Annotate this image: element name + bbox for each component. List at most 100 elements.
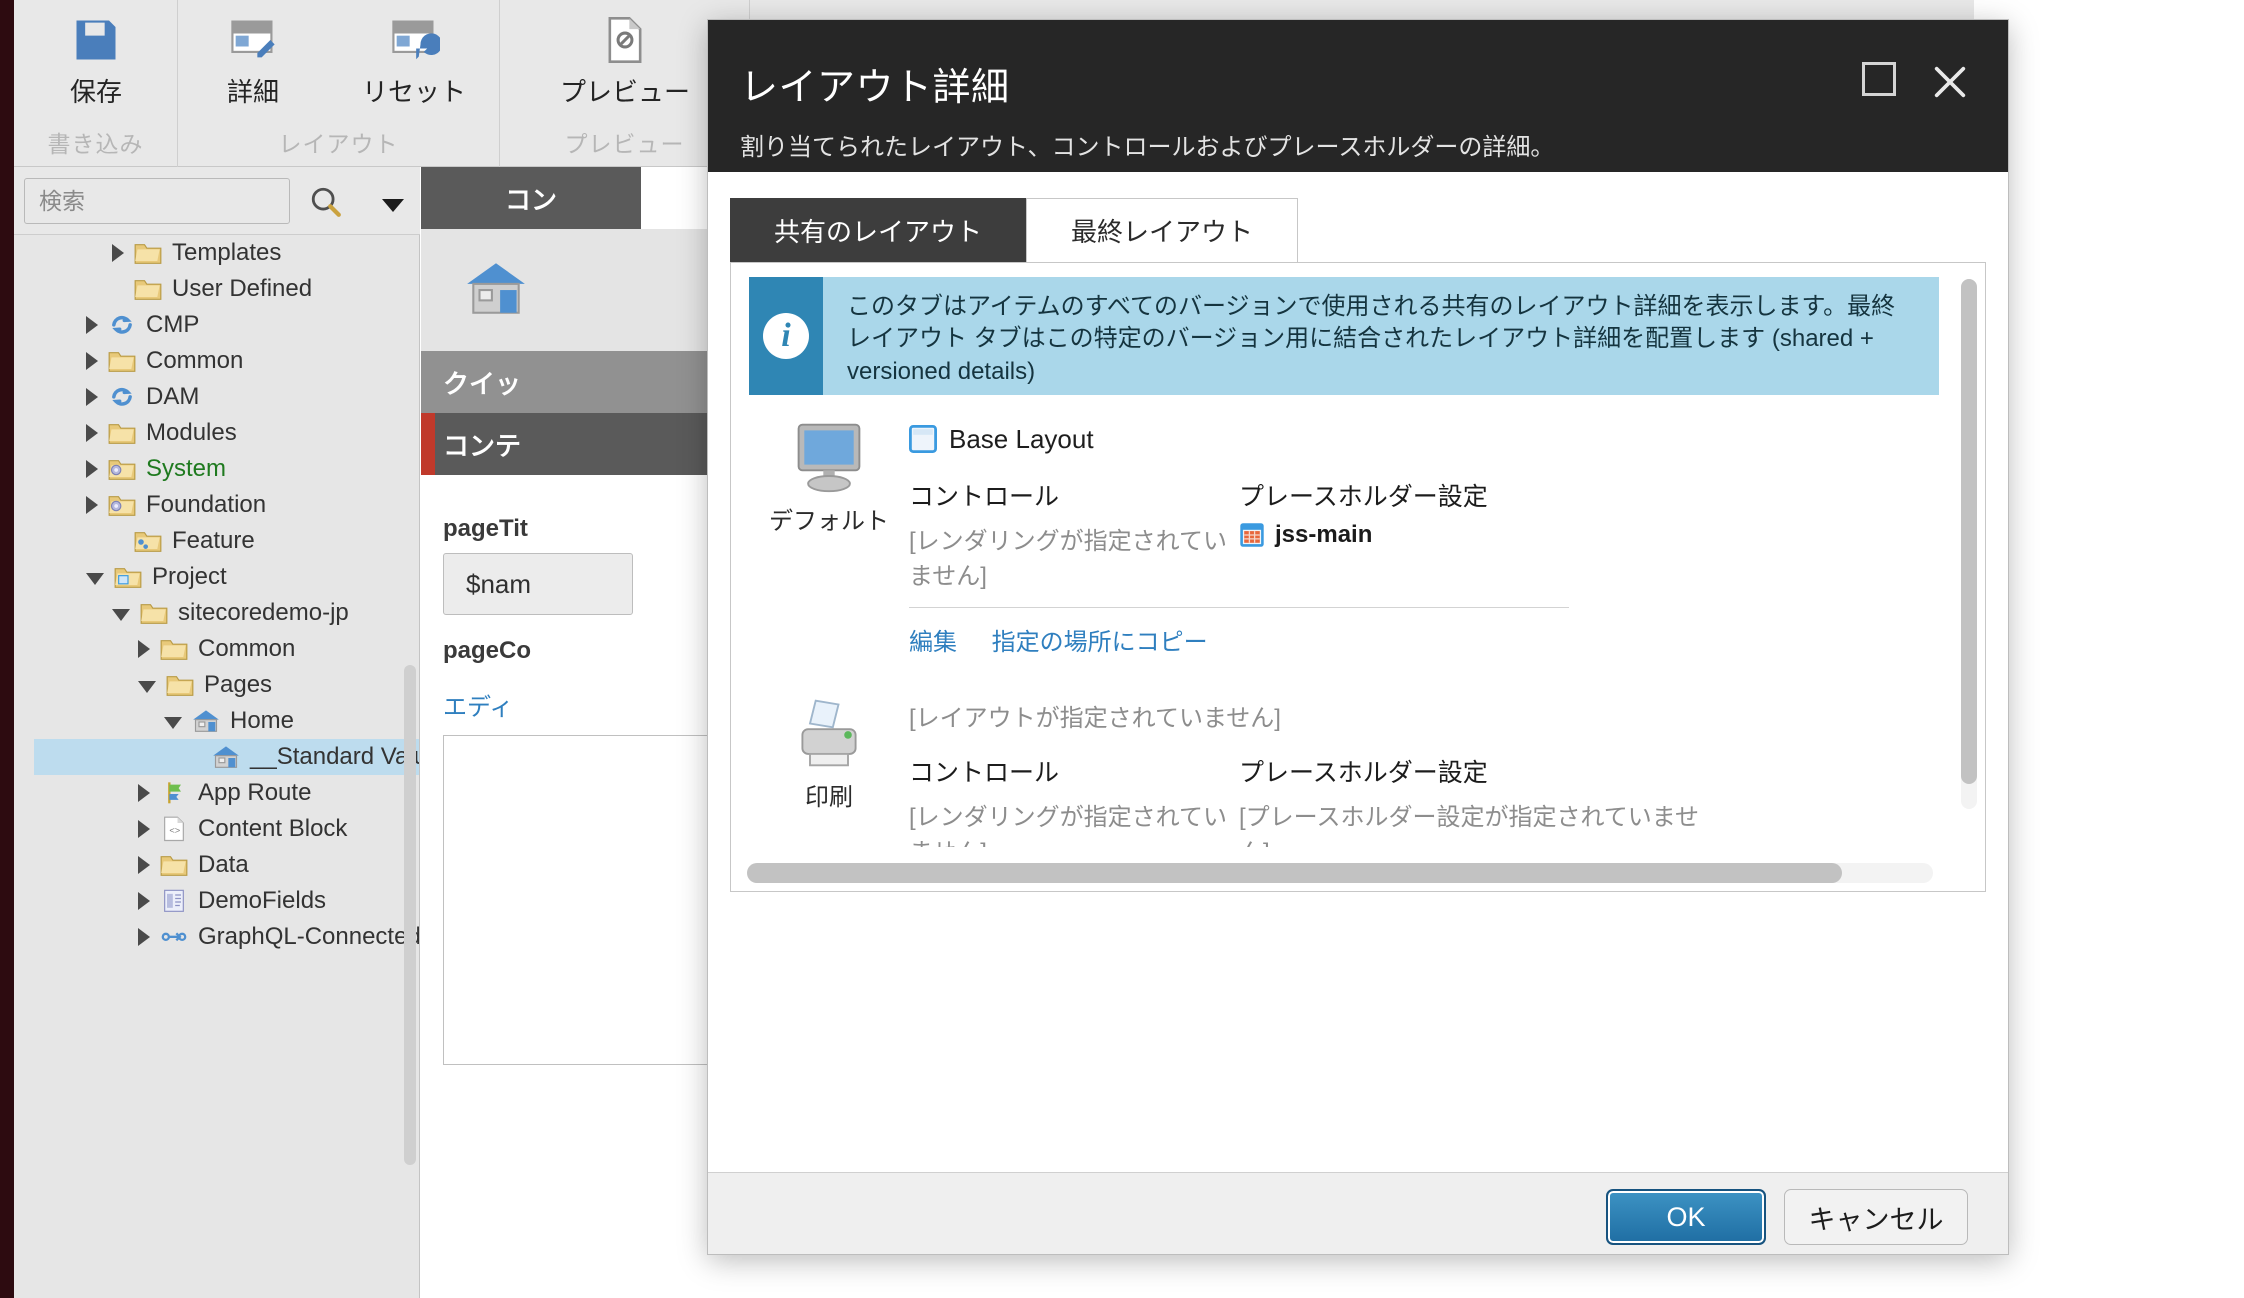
tab-final-layout[interactable]: 最終レイアウト [1026,198,1299,262]
tree-item-sitecoredemo-jp[interactable]: sitecoredemo-jp [34,595,419,631]
layout-assignment-print[interactable]: [レイアウトが指定されていません] [909,693,1939,737]
tree-item-label: CMP [146,311,200,338]
tree-scrollbar[interactable] [404,665,416,1165]
tree-item-templates[interactable]: Templates [34,235,419,271]
graphql-icon [160,924,188,950]
device-row-default: デフォルト Base Layout コントロール [レンダリングが指定されていま… [749,395,1939,657]
tree-item-content-block[interactable]: <> Content Block [34,811,419,847]
panel-vertical-scroll-thumb[interactable] [1961,279,1977,784]
chevron-down-icon[interactable] [164,717,182,729]
preview-button-label: プレビュー [559,77,690,107]
chevron-down-icon[interactable] [86,573,104,585]
chevron-right-icon[interactable] [86,316,98,334]
tree-item-foundation[interactable]: Foundation [34,487,419,523]
info-banner-text: このタブはアイテムのすべてのバージョンで使用される共有のレイアウト詳細を表示しま… [847,293,1896,385]
details-button[interactable]: 詳細 [178,14,328,109]
folder-icon [166,672,194,698]
edit-link[interactable]: エディ [443,687,513,722]
panel-horizontal-scroll-thumb[interactable] [747,863,1842,883]
search-input[interactable]: 検索 [24,178,290,224]
printer-icon [801,699,857,767]
edit-link-default[interactable]: 編集 [909,629,957,656]
tree-item-common[interactable]: Common [34,343,419,379]
layout-scroll-content: i このタブはアイテムのすべてのバージョンで使用される共有のレイアウト詳細を表示… [749,277,1939,847]
tree-item-user-defined[interactable]: User Defined [34,271,419,307]
tree-item-feature[interactable]: Feature [34,523,419,559]
maximize-icon[interactable] [1862,62,1896,96]
panel-horizontal-scrollbar[interactable] [747,863,1933,883]
reset-button-label: リセット [361,77,466,107]
field-input-pagetitle[interactable]: $nam [443,553,633,615]
tree-item-dam[interactable]: DAM [34,379,419,415]
reset-button[interactable]: リセット [328,14,500,109]
cancel-button[interactable]: キャンセル [1784,1189,1968,1245]
tree-item-system[interactable]: System [34,451,419,487]
tree-item-label: Project [152,563,227,590]
tree-item-label: Data [198,851,249,878]
tree-item-modules[interactable]: Modules [34,415,419,451]
dialog-tabs: 共有のレイアウト 最終レイアウト [730,198,1986,262]
tab-content[interactable]: コン [421,167,641,229]
chevron-right-icon[interactable] [138,892,150,910]
tree-item-label: Home [230,707,295,734]
chevron-right-icon[interactable] [138,784,150,802]
folder-icon [134,240,162,266]
chevron-down-icon[interactable] [138,681,156,693]
content-tree-panel[interactable]: Templates User Defined CMP Common DAM Modules… [14,235,420,1298]
details-button-label: 詳細 [226,77,279,107]
tab-shared-layout[interactable]: 共有のレイアウト [730,198,1027,262]
controls-header-default: コントロール [909,483,1060,511]
tree-item-label: GraphQL-ConnectedDemo [198,923,419,950]
route-icon [160,780,188,806]
chevron-right-icon[interactable] [138,640,150,658]
chevron-right-icon[interactable] [138,856,150,874]
chevron-right-icon[interactable] [112,244,124,262]
tree-item-app-route[interactable]: App Route [34,775,419,811]
tree-item-common[interactable]: Common [34,631,419,667]
tree-item-cmp[interactable]: CMP [34,307,419,343]
panel-vertical-scrollbar[interactable] [1961,279,1977,809]
home-icon [192,708,220,734]
ok-button[interactable]: OK [1606,1189,1766,1245]
chevron-right-icon[interactable] [86,460,98,478]
chevron-right-icon[interactable] [138,820,150,838]
close-icon[interactable] [1930,62,1970,102]
code-doc-icon: <> [160,816,188,842]
layout-icon [909,425,937,453]
device-separator [909,607,1569,608]
home-icon [467,263,525,314]
save-button[interactable]: 保存 [14,14,178,109]
placeholders-value-row-default[interactable]: jss-main [1239,521,1709,549]
controls-column-print: コントロール [レンダリングが指定されていません] [909,753,1239,847]
chevron-down-icon[interactable] [112,609,130,621]
tree-item-standard-values[interactable]: __Standard Values [34,739,419,775]
chevron-right-icon[interactable] [138,928,150,946]
copy-to-link-default[interactable]: 指定の場所にコピー [992,629,1208,656]
tree-item-label: User Defined [172,275,313,302]
chevron-right-icon[interactable] [86,496,98,514]
tree-item-label: Common [146,347,244,374]
tree-item-project[interactable]: Project [34,559,419,595]
tree-item-graphql-connecteddemo[interactable]: GraphQL-ConnectedDemo [34,919,419,955]
preview-icon [608,17,642,63]
tree-item-data[interactable]: Data [34,847,419,883]
dialog-header: レイアウト詳細 割り当てられたレイアウト、コントロールおよびプレースホルダーの詳… [708,20,2008,172]
field-label-pagecontent: pageCo [443,637,532,664]
chevron-right-icon[interactable] [86,424,98,442]
chevron-down-icon[interactable] [382,199,404,212]
layout-assignment-default[interactable]: Base Layout [909,417,1939,461]
device-default-identity: デフォルト [759,419,899,536]
tree-item-label: DemoFields [198,887,327,914]
chevron-right-icon[interactable] [86,352,98,370]
placeholders-column-print: プレースホルダー設定 [プレースホルダー設定が指定されていません] [1239,753,1709,847]
tree-item-home[interactable]: Home [34,703,419,739]
folder-icon [140,600,168,626]
device-print-identity: 印刷 [759,695,899,812]
controls-value-default: [レンダリングが指定されていません] [909,528,1227,590]
tree-item-label: Foundation [146,491,267,518]
layout-panel: i このタブはアイテムのすべてのバージョンで使用される共有のレイアウト詳細を表示… [730,262,1986,892]
tree-item-demofields[interactable]: DemoFields [34,883,419,919]
tree-item-pages[interactable]: Pages [34,667,419,703]
chevron-right-icon[interactable] [86,388,98,406]
search-icon[interactable] [309,185,343,219]
